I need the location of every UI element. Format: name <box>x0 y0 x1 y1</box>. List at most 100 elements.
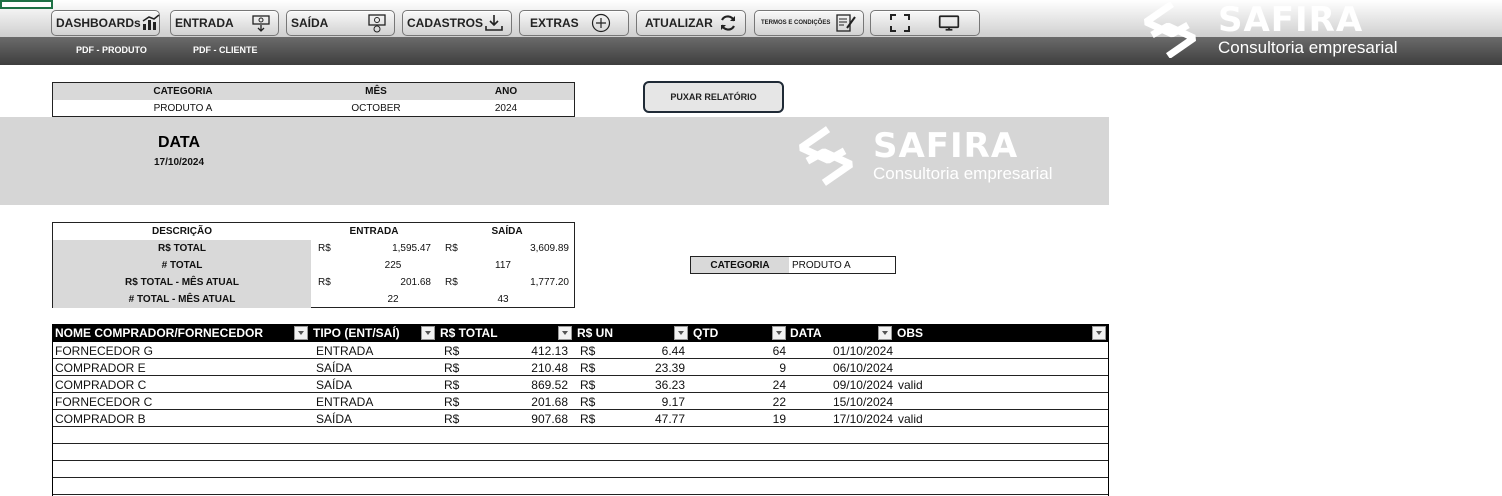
document-sign-icon <box>835 13 857 33</box>
col-rs-un: R$ UN <box>577 326 614 340</box>
dashboards-button[interactable]: DASHBOARDs <box>51 10 160 36</box>
cell-tipo: ENTRADA <box>316 395 374 409</box>
empty-table-row[interactable] <box>52 461 1109 478</box>
cell-obs: valid <box>898 412 923 426</box>
entrada-button[interactable]: ENTRADA <box>170 10 279 36</box>
monitor-icon[interactable] <box>938 13 960 33</box>
termos-label: TERMOS E CONDIÇÕES <box>761 20 831 26</box>
currency-symbol: R$ <box>580 361 596 375</box>
cell-data: 06/10/2024 <box>832 361 893 375</box>
empty-table-row[interactable] <box>52 444 1109 461</box>
saida-button[interactable]: SAÍDA <box>286 10 395 36</box>
category-box-value[interactable]: PRODUTO A <box>792 260 851 271</box>
pdf-cliente-link[interactable]: PDF - CLIENTE <box>193 45 258 55</box>
safira-logo: SAFIRA Consultoria empresarial <box>1142 0 1412 60</box>
filter-dropdown-icon[interactable] <box>1092 326 1106 340</box>
cell-qtd: 9 <box>779 361 786 375</box>
cell-total: 210.48 <box>531 361 568 375</box>
filter-dropdown-icon[interactable] <box>878 326 892 340</box>
filter-value-row: PRODUTO A OCTOBER 2024 <box>53 100 574 117</box>
atualizar-button[interactable]: ATUALIZAR <box>636 10 746 36</box>
refresh-icon <box>717 13 739 33</box>
summary-label: # TOTAL - MÊS ATUAL <box>53 291 311 308</box>
cash-in-icon <box>250 13 272 33</box>
col-nome: NOME COMPRADOR/FORNECEDOR <box>55 326 264 340</box>
summary-table: DESCRIÇÃO ENTRADA SAÍDA R$ TOTAL R$ 1,59… <box>52 222 575 308</box>
category-box-label: CATEGORIA <box>691 257 789 273</box>
summary-saida-value: 1,777.20 <box>530 277 569 288</box>
currency-symbol: R$ <box>445 243 458 254</box>
cell-nome: COMPRADOR C <box>55 378 147 392</box>
summary-label: R$ TOTAL - MÊS ATUAL <box>53 274 311 291</box>
currency-symbol: R$ <box>580 378 596 392</box>
summary-entrada-value: 225 <box>384 260 402 271</box>
cell-tipo: SAÍDA <box>316 412 353 426</box>
cell-qtd: 19 <box>772 412 786 426</box>
cadastros-button[interactable]: CADASTROS <box>402 10 512 36</box>
plus-circle-icon <box>590 13 612 33</box>
filter-table: CATEGORIA MÊS ANO PRODUTO A OCTOBER 2024 <box>52 82 575 117</box>
summary-header-entrada: ENTRADA <box>349 226 399 237</box>
col-qtd: QTD <box>693 326 719 340</box>
cash-out-icon <box>366 13 388 33</box>
cell-total: 869.52 <box>531 378 568 392</box>
filter-categoria-select[interactable]: PRODUTO A <box>133 103 233 114</box>
watermark-tagline: Consultoria empresarial <box>873 164 1053 183</box>
table-right-border <box>1108 342 1109 496</box>
filter-dropdown-icon[interactable] <box>421 326 435 340</box>
table-row[interactable]: FORNECEDOR G ENTRADA R$ 412.13 R$ 6.44 64 01/10… <box>52 342 1109 359</box>
cell-un: 47.77 <box>654 412 685 426</box>
category-box: CATEGORIA PRODUTO A <box>690 256 896 274</box>
summary-header-descricao: DESCRIÇÃO <box>151 226 212 237</box>
currency-symbol: R$ <box>445 277 458 288</box>
download-tray-icon <box>483 13 505 33</box>
empty-table-row[interactable] <box>52 427 1109 444</box>
filter-dropdown-icon[interactable] <box>674 326 688 340</box>
summary-entrada-value: 22 <box>387 294 399 305</box>
cell-obs: valid <box>898 378 923 392</box>
dashboards-label: DASHBOARDs <box>56 16 141 30</box>
cadastros-label: CADASTROS <box>407 16 484 30</box>
summary-row-count-total: # TOTAL 225 117 <box>53 257 574 274</box>
filter-dropdown-icon[interactable] <box>772 326 786 340</box>
display-controls-button[interactable] <box>870 10 980 36</box>
filter-header-ano: ANO <box>494 86 518 97</box>
currency-symbol: R$ <box>444 378 460 392</box>
pdf-produto-link[interactable]: PDF - PRODUTO <box>76 45 147 55</box>
table-row[interactable]: FORNECEDOR C ENTRADA R$ 201.68 R$ 9.17 22 15/10… <box>52 393 1109 410</box>
extras-button[interactable]: EXTRAS <box>519 10 629 36</box>
summary-row-rs-month: R$ TOTAL - MÊS ATUAL R$ 201.68 R$ 1,777.… <box>53 274 574 291</box>
cell-un: 23.39 <box>654 361 685 375</box>
summary-entrada-value: 201.68 <box>400 277 431 288</box>
summary-row-rs-total: R$ TOTAL R$ 1,595.47 R$ 3,609.89 <box>53 240 574 257</box>
cell-un: 9.17 <box>661 395 685 409</box>
cell-nome: FORNECEDOR G <box>55 344 154 358</box>
cell-data: 17/10/2024 <box>832 412 893 426</box>
cell-qtd: 24 <box>772 378 786 392</box>
fullscreen-icon[interactable] <box>889 13 911 33</box>
safira-watermark-logo: SAFIRA Consultoria empresarial <box>797 124 1067 188</box>
cell-nome: COMPRADOR B <box>55 412 146 426</box>
dashboard-chart-icon <box>141 13 161 33</box>
logo-name: SAFIRA <box>1218 0 1364 40</box>
filter-dropdown-icon[interactable] <box>558 326 572 340</box>
empty-table-row[interactable] <box>52 478 1109 495</box>
filter-ano-select[interactable]: 2024 <box>456 103 556 114</box>
cell-total: 412.13 <box>531 344 568 358</box>
puxar-relatorio-button[interactable]: PUXAR RELATÓRIO <box>643 81 784 113</box>
safira-logo-mark-icon <box>1144 2 1196 58</box>
table-row[interactable]: COMPRADOR B SAÍDA R$ 907.68 R$ 47.77 19 17/10/2… <box>52 410 1109 427</box>
table-row[interactable]: COMPRADOR C SAÍDA R$ 869.52 R$ 36.23 24 09/10/2… <box>52 376 1109 393</box>
filter-dropdown-icon[interactable] <box>294 326 308 340</box>
cell-tipo: ENTRADA <box>316 344 374 358</box>
entrada-label: ENTRADA <box>175 16 234 30</box>
filter-header-mes: MÊS <box>365 86 387 97</box>
filter-mes-select[interactable]: OCTOBER <box>326 103 426 114</box>
termos-condicoes-button[interactable]: TERMOS E CONDIÇÕES <box>754 10 864 36</box>
table-left-border <box>52 342 53 496</box>
selected-cell[interactable] <box>0 0 53 9</box>
col-obs: OBS <box>897 326 924 340</box>
cell-tipo: SAÍDA <box>316 378 353 392</box>
table-row[interactable]: COMPRADOR E SAÍDA R$ 210.48 R$ 23.39 9 06/10/20… <box>52 359 1109 376</box>
col-data: DATA <box>790 326 822 340</box>
